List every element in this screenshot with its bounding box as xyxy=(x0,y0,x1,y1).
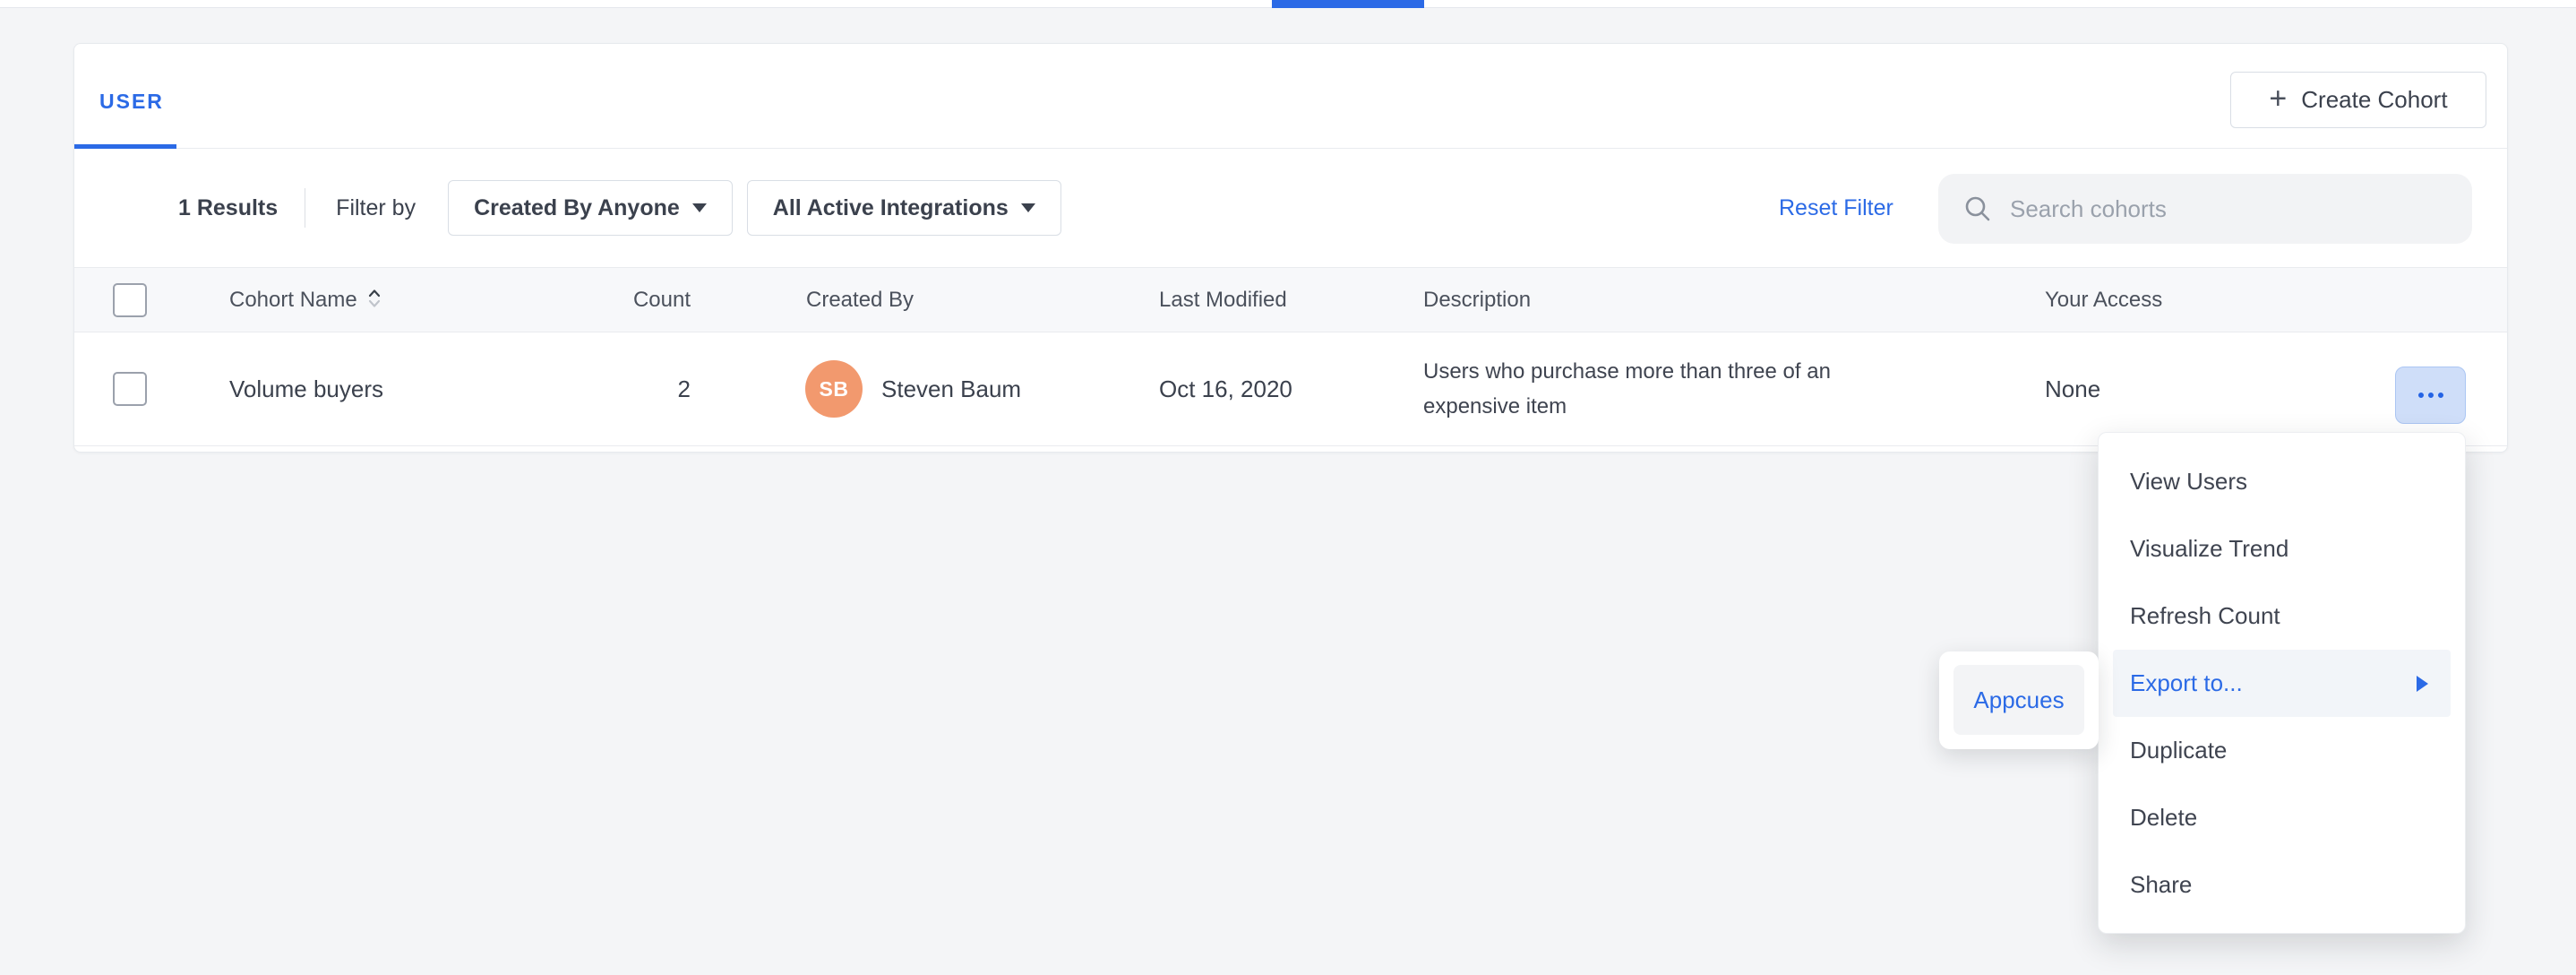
cell-last-modified: Oct 16, 2020 xyxy=(1159,332,1292,445)
cell-description: Users who purchase more than three of an… xyxy=(1423,354,1920,424)
cohorts-page: USER + Create Cohort 1 Results Filter by… xyxy=(0,0,2576,975)
three-dots-icon xyxy=(2418,393,2424,398)
cell-count: 2 xyxy=(576,332,691,445)
menu-item-export-label: Export to... xyxy=(2130,669,2243,696)
select-all-checkbox[interactable] xyxy=(113,283,147,317)
created-by-dropdown[interactable]: Created By Anyone xyxy=(448,180,733,236)
submenu-item-appcues[interactable]: Appcues xyxy=(1953,665,2084,735)
search-icon xyxy=(1963,194,1992,223)
column-count: Count xyxy=(576,268,691,332)
cohorts-card: USER + Create Cohort 1 Results Filter by… xyxy=(73,43,2508,453)
cohort-name-link[interactable]: Volume buyers xyxy=(229,332,383,445)
table-row: Volume buyers 2 SB Steven Baum Oct 16, 2… xyxy=(74,332,2507,446)
submenu-arrow-icon xyxy=(2417,676,2428,692)
menu-item-export-to[interactable]: Export to... xyxy=(2113,650,2451,717)
caret-down-icon xyxy=(692,203,707,212)
top-nav-strip xyxy=(0,0,2576,8)
menu-item-view-users[interactable]: View Users xyxy=(2113,448,2451,515)
tab-user[interactable]: USER xyxy=(99,90,164,114)
cell-your-access: None xyxy=(2045,332,2100,445)
caret-down-icon xyxy=(1021,203,1035,212)
row-checkbox[interactable] xyxy=(113,372,147,406)
create-cohort-button[interactable]: + Create Cohort xyxy=(2230,72,2486,128)
active-tab-indicator xyxy=(1272,0,1424,8)
column-created-by: Created By xyxy=(806,268,914,332)
filter-by-label: Filter by xyxy=(336,195,416,221)
reset-filter-link[interactable]: Reset Filter xyxy=(1779,149,1893,267)
filter-bar: 1 Results Filter by Created By Anyone Al… xyxy=(178,149,1076,267)
create-cohort-label: Create Cohort xyxy=(2301,86,2447,114)
created-by-dropdown-label: Created By Anyone xyxy=(474,195,680,221)
menu-item-share[interactable]: Share xyxy=(2113,851,2451,919)
tab-user-underline xyxy=(74,144,176,149)
menu-item-delete[interactable]: Delete xyxy=(2113,784,2451,851)
integrations-dropdown[interactable]: All Active Integrations xyxy=(747,180,1061,236)
menu-item-visualize-trend[interactable]: Visualize Trend xyxy=(2113,515,2451,582)
column-description: Description xyxy=(1423,268,1531,332)
cell-created-by: Steven Baum xyxy=(881,332,1021,445)
row-actions-button[interactable] xyxy=(2395,367,2466,424)
integrations-dropdown-label: All Active Integrations xyxy=(773,195,1009,221)
search-input[interactable] xyxy=(2010,195,2440,223)
table-header: Cohort Name Count Created By Last Modifi… xyxy=(74,267,2507,332)
search-cohorts-box[interactable] xyxy=(1938,174,2472,244)
menu-item-duplicate[interactable]: Duplicate xyxy=(2113,717,2451,784)
menu-item-refresh-count[interactable]: Refresh Count xyxy=(2113,582,2451,650)
export-submenu: Appcues xyxy=(1939,651,2099,749)
column-last-modified: Last Modified xyxy=(1159,268,1287,332)
results-count: 1 Results xyxy=(178,195,278,221)
plus-icon: + xyxy=(2269,83,2287,114)
column-your-access: Your Access xyxy=(2045,268,2162,332)
avatar: SB xyxy=(805,360,863,418)
column-cohort-name[interactable]: Cohort Name xyxy=(229,268,382,335)
tab-bar: USER + Create Cohort xyxy=(74,44,2507,149)
sort-icon xyxy=(366,272,382,335)
row-actions-menu: View Users Visualize Trend Refresh Count… xyxy=(2098,432,2466,934)
